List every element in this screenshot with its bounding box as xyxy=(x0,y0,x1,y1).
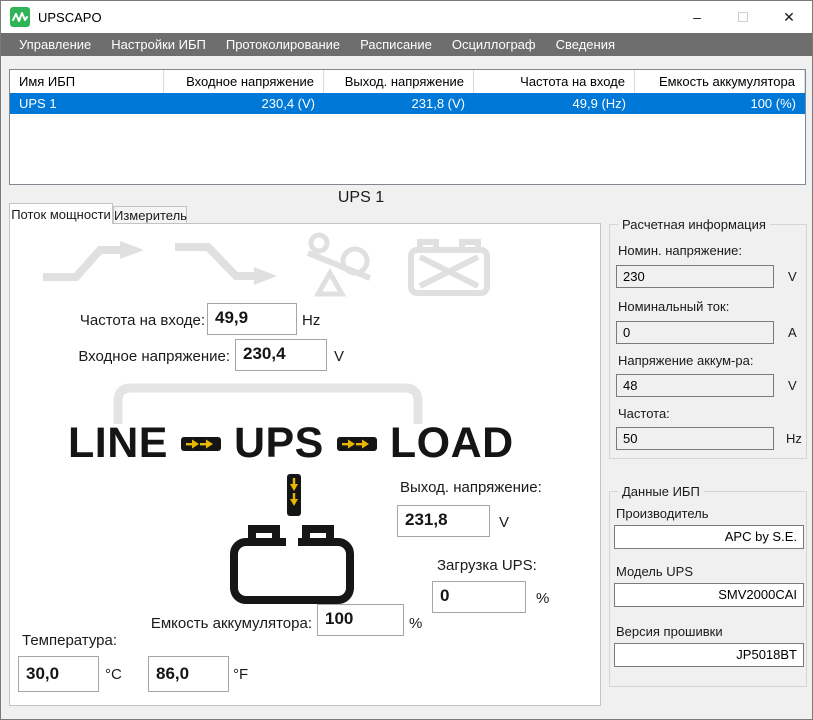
maximize-icon xyxy=(738,12,748,22)
firmware-version-label: Версия прошивки xyxy=(616,624,723,639)
menu-bar: Управление Настройки ИБП Протоколировани… xyxy=(1,33,812,56)
battery-fault-icon xyxy=(408,239,490,296)
temperature-celsius-unit: °C xyxy=(105,666,122,683)
nominal-voltage-value[interactable]: 230 xyxy=(616,265,774,288)
ups-load-label: Загрузка UPS: xyxy=(437,557,537,574)
voltage-boost-icon xyxy=(43,241,144,281)
ups-data-title: Данные ИБП xyxy=(618,484,704,499)
battery-voltage-label: Напряжение аккум-ра: xyxy=(618,353,754,368)
input-frequency-label: Частота на входе: xyxy=(79,312,205,329)
menu-oscilloscope[interactable]: Осциллограф xyxy=(442,33,546,56)
temperature-fahrenheit-unit: °F xyxy=(233,666,249,683)
menu-logging[interactable]: Протоколирование xyxy=(216,33,350,56)
manufacturer-label: Производитель xyxy=(616,506,709,521)
minimize-button[interactable]: – xyxy=(674,1,720,33)
menu-about[interactable]: Сведения xyxy=(546,33,625,56)
maximize-button[interactable] xyxy=(720,1,766,33)
ups-label: UPS xyxy=(233,419,324,467)
close-button[interactable]: ✕ xyxy=(766,1,812,33)
input-voltage-value[interactable]: 230,4 xyxy=(235,339,327,371)
window-title: UPSCAPO xyxy=(38,9,102,25)
input-voltage-label: Входное напряжение: xyxy=(78,348,230,365)
cell-input-frequency: 49,9 (Hz) xyxy=(572,96,626,111)
column-header-input-voltage[interactable]: Входное напряжение xyxy=(164,70,324,93)
temperature-celsius-value[interactable]: 30,0 xyxy=(18,656,99,692)
input-frequency-value[interactable]: 49,9 xyxy=(207,303,297,335)
ups-load-unit: % xyxy=(536,590,550,607)
battery-capacity-unit: % xyxy=(409,615,423,632)
frequency-label: Частота: xyxy=(618,406,670,421)
voltage-trim-icon xyxy=(175,243,277,285)
title-bar: UPSCAPO – ✕ xyxy=(1,1,812,33)
ups-list-header: Имя ИБП Входное напряжение Выход. напряж… xyxy=(10,70,805,93)
manufacturer-value[interactable]: APC by S.E. xyxy=(614,525,804,549)
menu-schedule[interactable]: Расписание xyxy=(350,33,442,56)
firmware-version-value[interactable]: JP5018BT xyxy=(614,643,804,667)
overload-scale-icon xyxy=(306,232,372,297)
input-frequency-unit: Hz xyxy=(302,312,321,329)
output-voltage-value[interactable]: 231,8 xyxy=(397,505,490,537)
frequency-value[interactable]: 50 xyxy=(616,427,774,450)
table-row-selected[interactable]: UPS 1 230,4 (V) 231,8 (V) 49,9 (Hz) 100 … xyxy=(10,93,805,114)
column-header-input-frequency[interactable]: Частота на входе xyxy=(474,70,635,93)
output-voltage-unit: V xyxy=(499,514,510,531)
output-voltage-label: Выход. напряжение: xyxy=(400,479,542,496)
nominal-current-value[interactable]: 0 xyxy=(616,321,774,344)
column-header-battery-capacity[interactable]: Емкость аккумулятора xyxy=(635,70,805,93)
battery-voltage-unit: V xyxy=(788,378,797,393)
ups-load-value[interactable]: 0 xyxy=(432,581,526,613)
battery-capacity-label: Емкость аккумулятора: xyxy=(150,615,312,632)
column-header-output-voltage[interactable]: Выход. напряжение xyxy=(324,70,474,93)
battery-flow-arrow-icon xyxy=(287,474,301,516)
flow-arrow-line-to-ups-icon xyxy=(180,436,221,451)
app-logo-icon xyxy=(10,7,30,27)
power-flow-diagram: LINE UPS LOAD xyxy=(68,419,514,467)
cell-output-voltage: 231,8 (V) xyxy=(411,96,465,111)
frequency-unit: Hz xyxy=(786,431,802,446)
column-header-name[interactable]: Имя ИБП xyxy=(10,70,164,93)
load-label: LOAD xyxy=(389,419,514,467)
cell-battery-capacity: 100 (%) xyxy=(750,96,796,111)
menu-ups-settings[interactable]: Настройки ИБП xyxy=(101,33,216,56)
temperature-fahrenheit-value[interactable]: 86,0 xyxy=(148,656,229,692)
cell-input-voltage: 230,4 (V) xyxy=(261,96,315,111)
ups-data-group: Данные ИБП Производитель APC by S.E. Мод… xyxy=(609,484,807,687)
cell-ups-name: UPS 1 xyxy=(19,96,57,111)
battery-voltage-value[interactable]: 48 xyxy=(616,374,774,397)
nominal-voltage-label: Номин. напряжение: xyxy=(618,243,743,258)
nominal-current-label: Номинальный ток: xyxy=(618,299,730,314)
input-voltage-unit: V xyxy=(334,348,345,365)
flow-arrow-ups-to-load-icon xyxy=(336,436,377,451)
ups-model-value[interactable]: SMV2000CAI xyxy=(614,583,804,607)
window-controls: – ✕ xyxy=(674,1,812,33)
tab-meter[interactable]: Измеритель xyxy=(113,206,187,224)
tab-power-flow[interactable]: Поток мощности xyxy=(9,203,113,224)
line-label: LINE xyxy=(68,419,168,467)
temperature-label: Температура: xyxy=(22,632,118,649)
battery-icon xyxy=(230,525,354,604)
selected-ups-title: UPS 1 xyxy=(337,189,385,206)
calculated-info-title: Расчетная информация xyxy=(618,217,770,232)
battery-capacity-value[interactable]: 100 xyxy=(317,604,404,636)
ups-list: Имя ИБП Входное напряжение Выход. напряж… xyxy=(9,69,806,185)
calculated-info-group: Расчетная информация Номин. напряжение: … xyxy=(609,217,807,459)
ups-model-label: Модель UPS xyxy=(616,564,694,579)
nominal-current-unit: A xyxy=(788,325,797,340)
menu-control[interactable]: Управление xyxy=(9,33,101,56)
app-window: UPSCAPO – ✕ Управление Настройки ИБП Про… xyxy=(0,0,813,720)
nominal-voltage-unit: V xyxy=(788,269,797,284)
power-flow-panel: Частота на входе: 49,9 Hz Входное напряж… xyxy=(9,223,601,706)
